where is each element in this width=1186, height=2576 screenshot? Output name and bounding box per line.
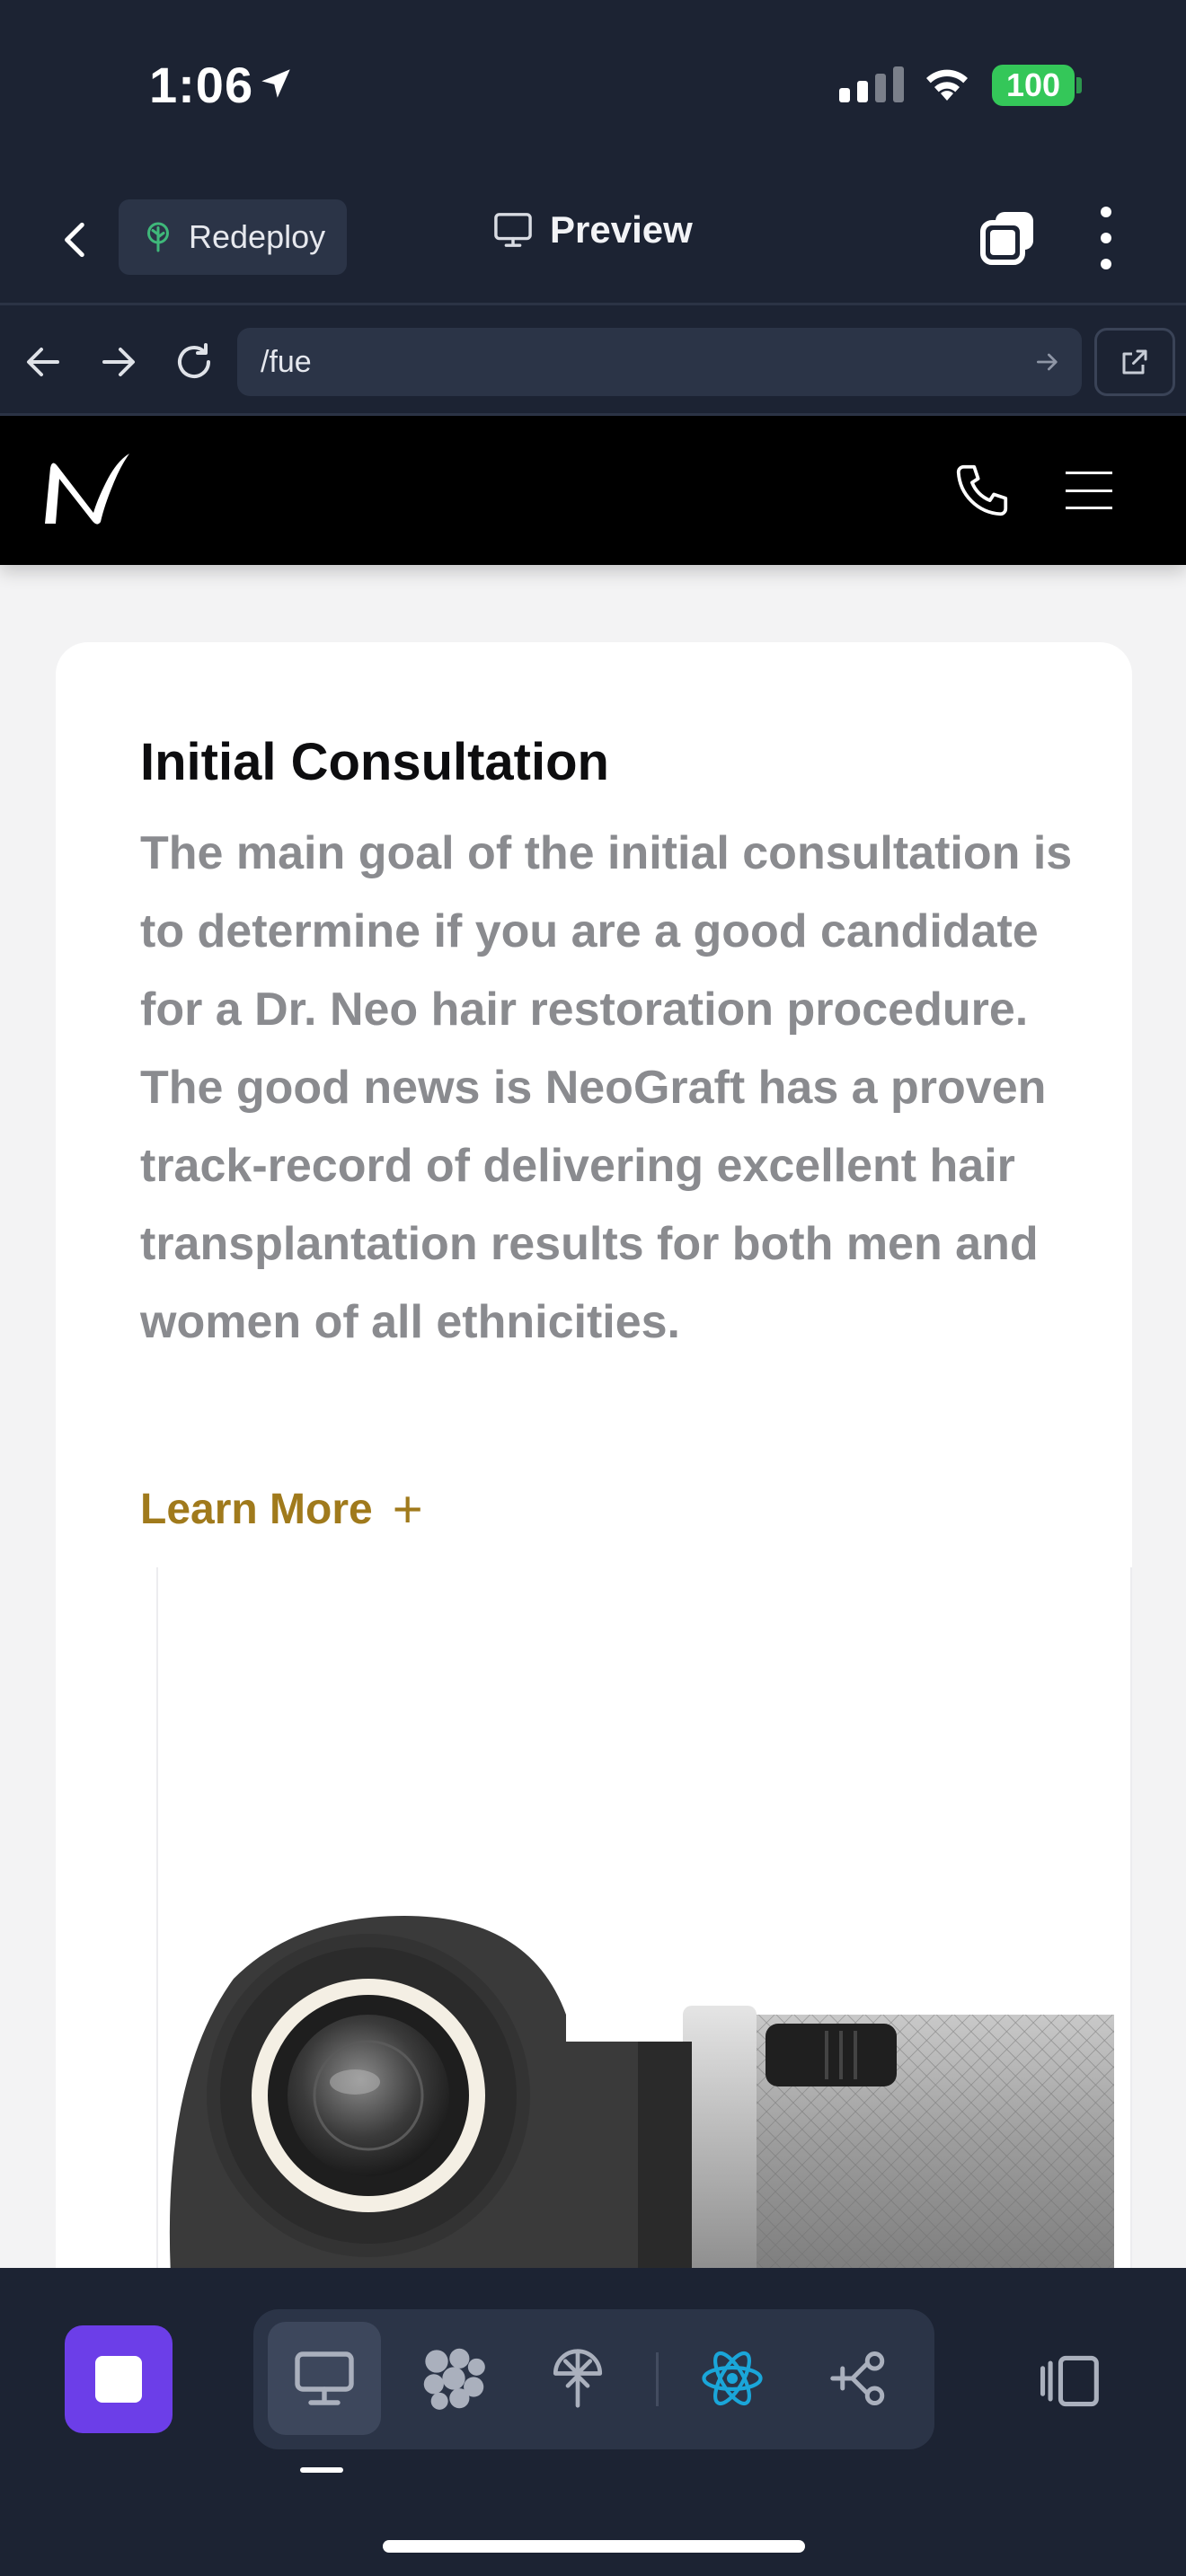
active-tab-indicator: [300, 2467, 343, 2473]
monitor-icon: [494, 213, 532, 247]
preview-label: Preview: [550, 208, 693, 251]
battery-indicator: 100: [992, 65, 1075, 106]
phone-icon[interactable]: [951, 459, 1013, 522]
side-panel-icon[interactable]: [1035, 2352, 1102, 2410]
react-icon: [702, 2351, 763, 2406]
learn-more-link[interactable]: Learn More +: [140, 1479, 423, 1539]
tool-switcher: [253, 2309, 934, 2449]
cellular-signal-icon: [839, 66, 904, 102]
redeploy-label: Redeploy: [189, 218, 326, 255]
cluster-button[interactable]: [397, 2322, 510, 2435]
preview-title: Preview: [492, 208, 693, 251]
tool-divider: [656, 2352, 659, 2406]
deployment-icon: [553, 2349, 603, 2408]
tabs-icon[interactable]: [979, 208, 1037, 266]
arrow-left-icon[interactable]: [22, 340, 65, 384]
section-title: Initial Consultation: [140, 733, 609, 791]
desktop-icon: [295, 2351, 354, 2405]
plus-icon: +: [392, 1479, 423, 1539]
arrow-right-icon[interactable]: [97, 340, 140, 384]
redeploy-button[interactable]: Redeploy: [119, 199, 347, 275]
open-external-icon: [1122, 349, 1147, 375]
git-branch-icon: [830, 2351, 885, 2405]
website-preview: Initial Consultation The main goal of th…: [0, 416, 1186, 2268]
neograft-logo-icon[interactable]: [38, 448, 137, 529]
url-bar: /fue: [0, 308, 1186, 416]
stop-icon: [95, 2356, 142, 2403]
deployment-button[interactable]: [521, 2322, 634, 2435]
section-body: The main goal of the initial consultatio…: [140, 827, 1073, 1348]
bottom-toolbar: [0, 2268, 1186, 2576]
reload-icon[interactable]: [173, 340, 216, 384]
open-external-button[interactable]: [1094, 328, 1175, 396]
desktop-view-button[interactable]: [268, 2322, 381, 2435]
app-toolbar: Redeploy Preview: [0, 171, 1186, 305]
wifi-icon: [926, 69, 968, 101]
dermatoscope-image: [169, 1916, 1114, 2268]
arrow-right-small-icon[interactable]: [1033, 348, 1062, 376]
more-vertical-icon[interactable]: [1098, 207, 1114, 269]
git-button[interactable]: [803, 2322, 916, 2435]
deploy-tree-icon: [147, 222, 169, 252]
url-input[interactable]: /fue: [237, 328, 1082, 396]
cluster-icon: [423, 2348, 485, 2410]
home-indicator: [383, 2540, 805, 2553]
status-time: 1:06: [149, 57, 254, 113]
hamburger-menu-icon[interactable]: [1066, 472, 1112, 509]
battery-nub: [1076, 77, 1082, 93]
site-header: [0, 416, 1186, 565]
learn-more-label: Learn More: [140, 1486, 373, 1533]
react-button[interactable]: [676, 2322, 789, 2435]
location-arrow-icon: [261, 69, 290, 98]
status-bar: 1:06 100: [0, 0, 1186, 171]
chevron-left-icon[interactable]: [54, 217, 99, 262]
stop-button[interactable]: [65, 2325, 173, 2433]
